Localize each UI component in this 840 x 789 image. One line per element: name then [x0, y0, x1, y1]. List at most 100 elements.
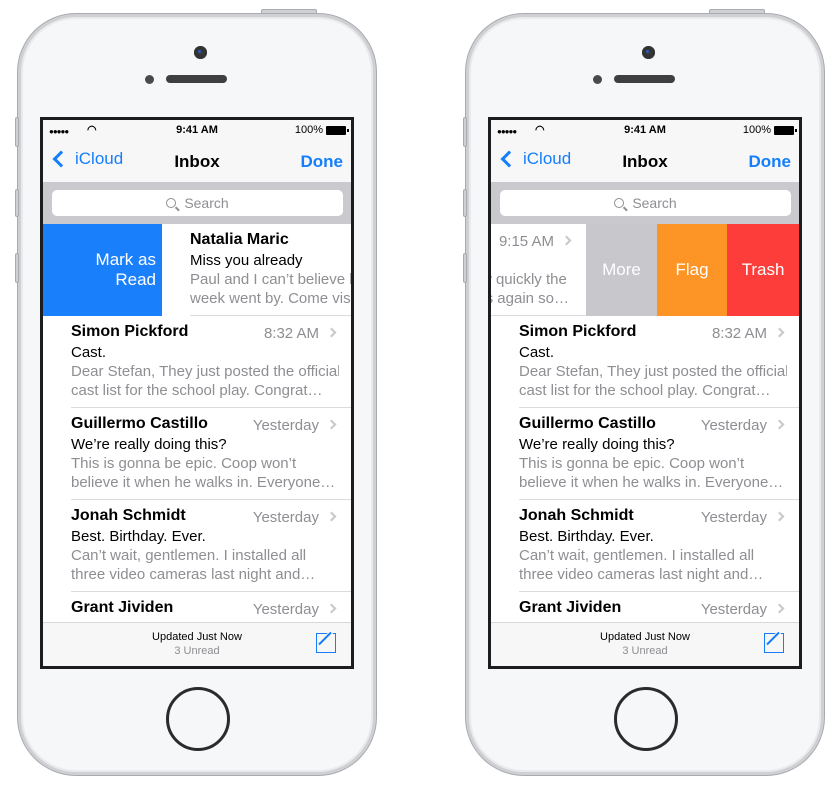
nav-bar: iCloud Inbox Done — [43, 140, 351, 182]
chevron-right-icon — [774, 327, 785, 338]
side-button — [15, 117, 19, 147]
search-placeholder: Search — [632, 195, 677, 211]
home-button[interactable] — [166, 687, 230, 751]
side-button — [15, 189, 19, 217]
chevron-right-icon — [326, 603, 337, 614]
search-icon — [614, 198, 625, 208]
done-button[interactable]: Done — [749, 152, 792, 172]
sender-name: Guillermo Castillo — [71, 415, 208, 432]
sender-name: Grant Jividen — [519, 599, 622, 616]
search-bar: Search — [43, 182, 351, 224]
unread-count: 3 Unread — [174, 645, 220, 657]
more-button[interactable]: More — [586, 224, 657, 316]
message-preview: cast list for the school play. Congrat… — [519, 382, 771, 399]
search-icon — [166, 198, 177, 208]
power-button — [261, 9, 317, 14]
message-time: Yesterday — [700, 601, 767, 618]
message-content[interactable]: Natalia Maric9:15 AMMiss you alreadyPaul… — [491, 224, 586, 316]
message-subject: Cast. — [519, 344, 555, 361]
message-row[interactable]: Guillermo Castillo Yesterday We’re really … — [43, 408, 351, 500]
search-bar: Search — [491, 182, 799, 224]
search-placeholder: Search — [184, 195, 229, 211]
sender-name: Guillermo Castillo — [519, 415, 656, 432]
search-input[interactable]: Search — [500, 190, 791, 216]
sender-name: Grant Jividen — [71, 599, 174, 616]
camera-icon — [194, 46, 207, 59]
updated-status: Updated Just Now — [152, 631, 242, 643]
message-preview: believe it when he walks in. Everyone… — [519, 474, 784, 491]
done-button[interactable]: Done — [301, 152, 344, 172]
message-time: Yesterday — [252, 509, 319, 526]
message-row[interactable]: Simon Pickford 8:32 AM Cast. Dear Stefan, T… — [491, 316, 799, 408]
power-button — [709, 9, 765, 14]
side-button — [463, 189, 467, 217]
compose-icon[interactable] — [316, 633, 336, 653]
message-row[interactable]: Mark as Read Natalia Maric Miss you alread… — [43, 224, 351, 316]
message-row[interactable]: Grant Jividen Yesterday — [43, 592, 351, 622]
message-row[interactable]: Guillermo Castillo Yesterday We’re really … — [491, 408, 799, 500]
battery-percent: 100% — [742, 124, 771, 136]
compose-icon[interactable] — [764, 633, 784, 653]
message-time: Yesterday — [252, 417, 319, 434]
sender-name: Simon Pickford — [71, 323, 189, 340]
message-content[interactable]: Natalia Maric Miss you already Paul and I … — [162, 224, 351, 316]
side-button — [15, 253, 19, 283]
message-subject: Best. Birthday. Ever. — [519, 528, 654, 545]
message-time: 8:32 AM — [263, 325, 319, 342]
message-preview: This is gonna be epic. Coop won’t — [71, 455, 297, 472]
message-row[interactable]: Jonah Schmidt Yesterday Best. Birthday. Ev… — [491, 500, 799, 592]
message-content[interactable]: Jonah Schmidt Yesterday Best. Birthday. Ev… — [491, 500, 799, 592]
message-subject: Best. Birthday. Ever. — [71, 528, 206, 545]
screen: ●●●●● ◠ 9:41 AM 100% iCloud Inbox Done Search Ma… — [40, 117, 354, 669]
sender-name: Jonah Schmidt — [519, 507, 634, 524]
message-row[interactable]: Jonah Schmidt Yesterday Best. Birthday. Ev… — [43, 500, 351, 592]
message-row[interactable]: Simon Pickford 8:32 AM Cast. Dear Stefan, T… — [43, 316, 351, 408]
message-content[interactable]: Simon Pickford 8:32 AM Cast. Dear Stefan, T… — [43, 316, 351, 408]
message-content[interactable]: Simon Pickford 8:32 AM Cast. Dear Stefan, T… — [491, 316, 799, 408]
message-time: Yesterday — [252, 601, 319, 618]
sender-name: Natalia Maric — [190, 231, 289, 248]
status-bar: ●●●●● ◠ 9:41 AM 100% — [43, 120, 351, 140]
message-row[interactable]: Grant Jividen Yesterday — [491, 592, 799, 622]
sensor — [145, 75, 154, 84]
chevron-right-icon — [774, 419, 785, 430]
battery-percent: 100% — [294, 124, 323, 136]
message-content[interactable]: Jonah Schmidt Yesterday Best. Birthday. Ev… — [43, 500, 351, 592]
mark-as-read-button[interactable]: Mark as Read — [43, 224, 162, 316]
toolbar: Updated Just Now 3 Unread — [491, 622, 799, 666]
trash-button[interactable]: Trash — [727, 224, 799, 316]
message-preview: three video cameras last night and… — [519, 566, 764, 583]
message-preview: Paul and I can’t believe how quickly the — [491, 271, 567, 288]
iphone: ●●●●● ◠ 9:41 AM 100% iCloud Inbox Done Search Mo… — [463, 9, 824, 775]
message-list: Mark as Read Natalia Maric Miss you alread… — [43, 224, 351, 622]
message-subject: We’re really doing this? — [519, 436, 675, 453]
message-preview: This is gonna be epic. Coop won’t — [519, 455, 745, 472]
side-button — [463, 117, 467, 147]
home-button[interactable] — [614, 687, 678, 751]
sender-name: Jonah Schmidt — [71, 507, 186, 524]
chevron-right-icon — [326, 511, 337, 522]
message-content[interactable]: Guillermo Castillo Yesterday We’re really … — [491, 408, 799, 500]
speaker — [166, 75, 227, 83]
message-time: 8:32 AM — [711, 325, 767, 342]
message-content[interactable]: Grant Jividen Yesterday — [491, 592, 799, 622]
message-preview: Can’t wait, gentlemen. I installed all — [71, 547, 307, 564]
message-subject: Cast. — [71, 344, 107, 361]
message-content[interactable]: Guillermo Castillo Yesterday We’re really … — [43, 408, 351, 500]
sensor — [593, 75, 602, 84]
message-row[interactable]: MoreFlagTrash Natalia Maric9:15 AMMiss yo… — [491, 224, 799, 316]
message-preview: Dear Stefan, They just posted the offici… — [71, 363, 339, 380]
message-content[interactable]: Grant Jividen Yesterday — [43, 592, 351, 622]
sender-name: Simon Pickford — [519, 323, 637, 340]
message-time: Yesterday — [700, 417, 767, 434]
message-list: MoreFlagTrash Natalia Maric9:15 AMMiss yo… — [491, 224, 799, 622]
chevron-right-icon — [774, 511, 785, 522]
flag-button[interactable]: Flag — [657, 224, 727, 316]
message-preview: Dear Stefan, They just posted the offici… — [519, 363, 787, 380]
message-preview: Can’t wait, gentlemen. I installed all — [519, 547, 755, 564]
screen: ●●●●● ◠ 9:41 AM 100% iCloud Inbox Done Search Mo… — [488, 117, 802, 669]
search-input[interactable]: Search — [52, 190, 343, 216]
toolbar: Updated Just Now 3 Unread — [43, 622, 351, 666]
message-subject: We’re really doing this? — [71, 436, 227, 453]
unread-count: 3 Unread — [622, 645, 668, 657]
